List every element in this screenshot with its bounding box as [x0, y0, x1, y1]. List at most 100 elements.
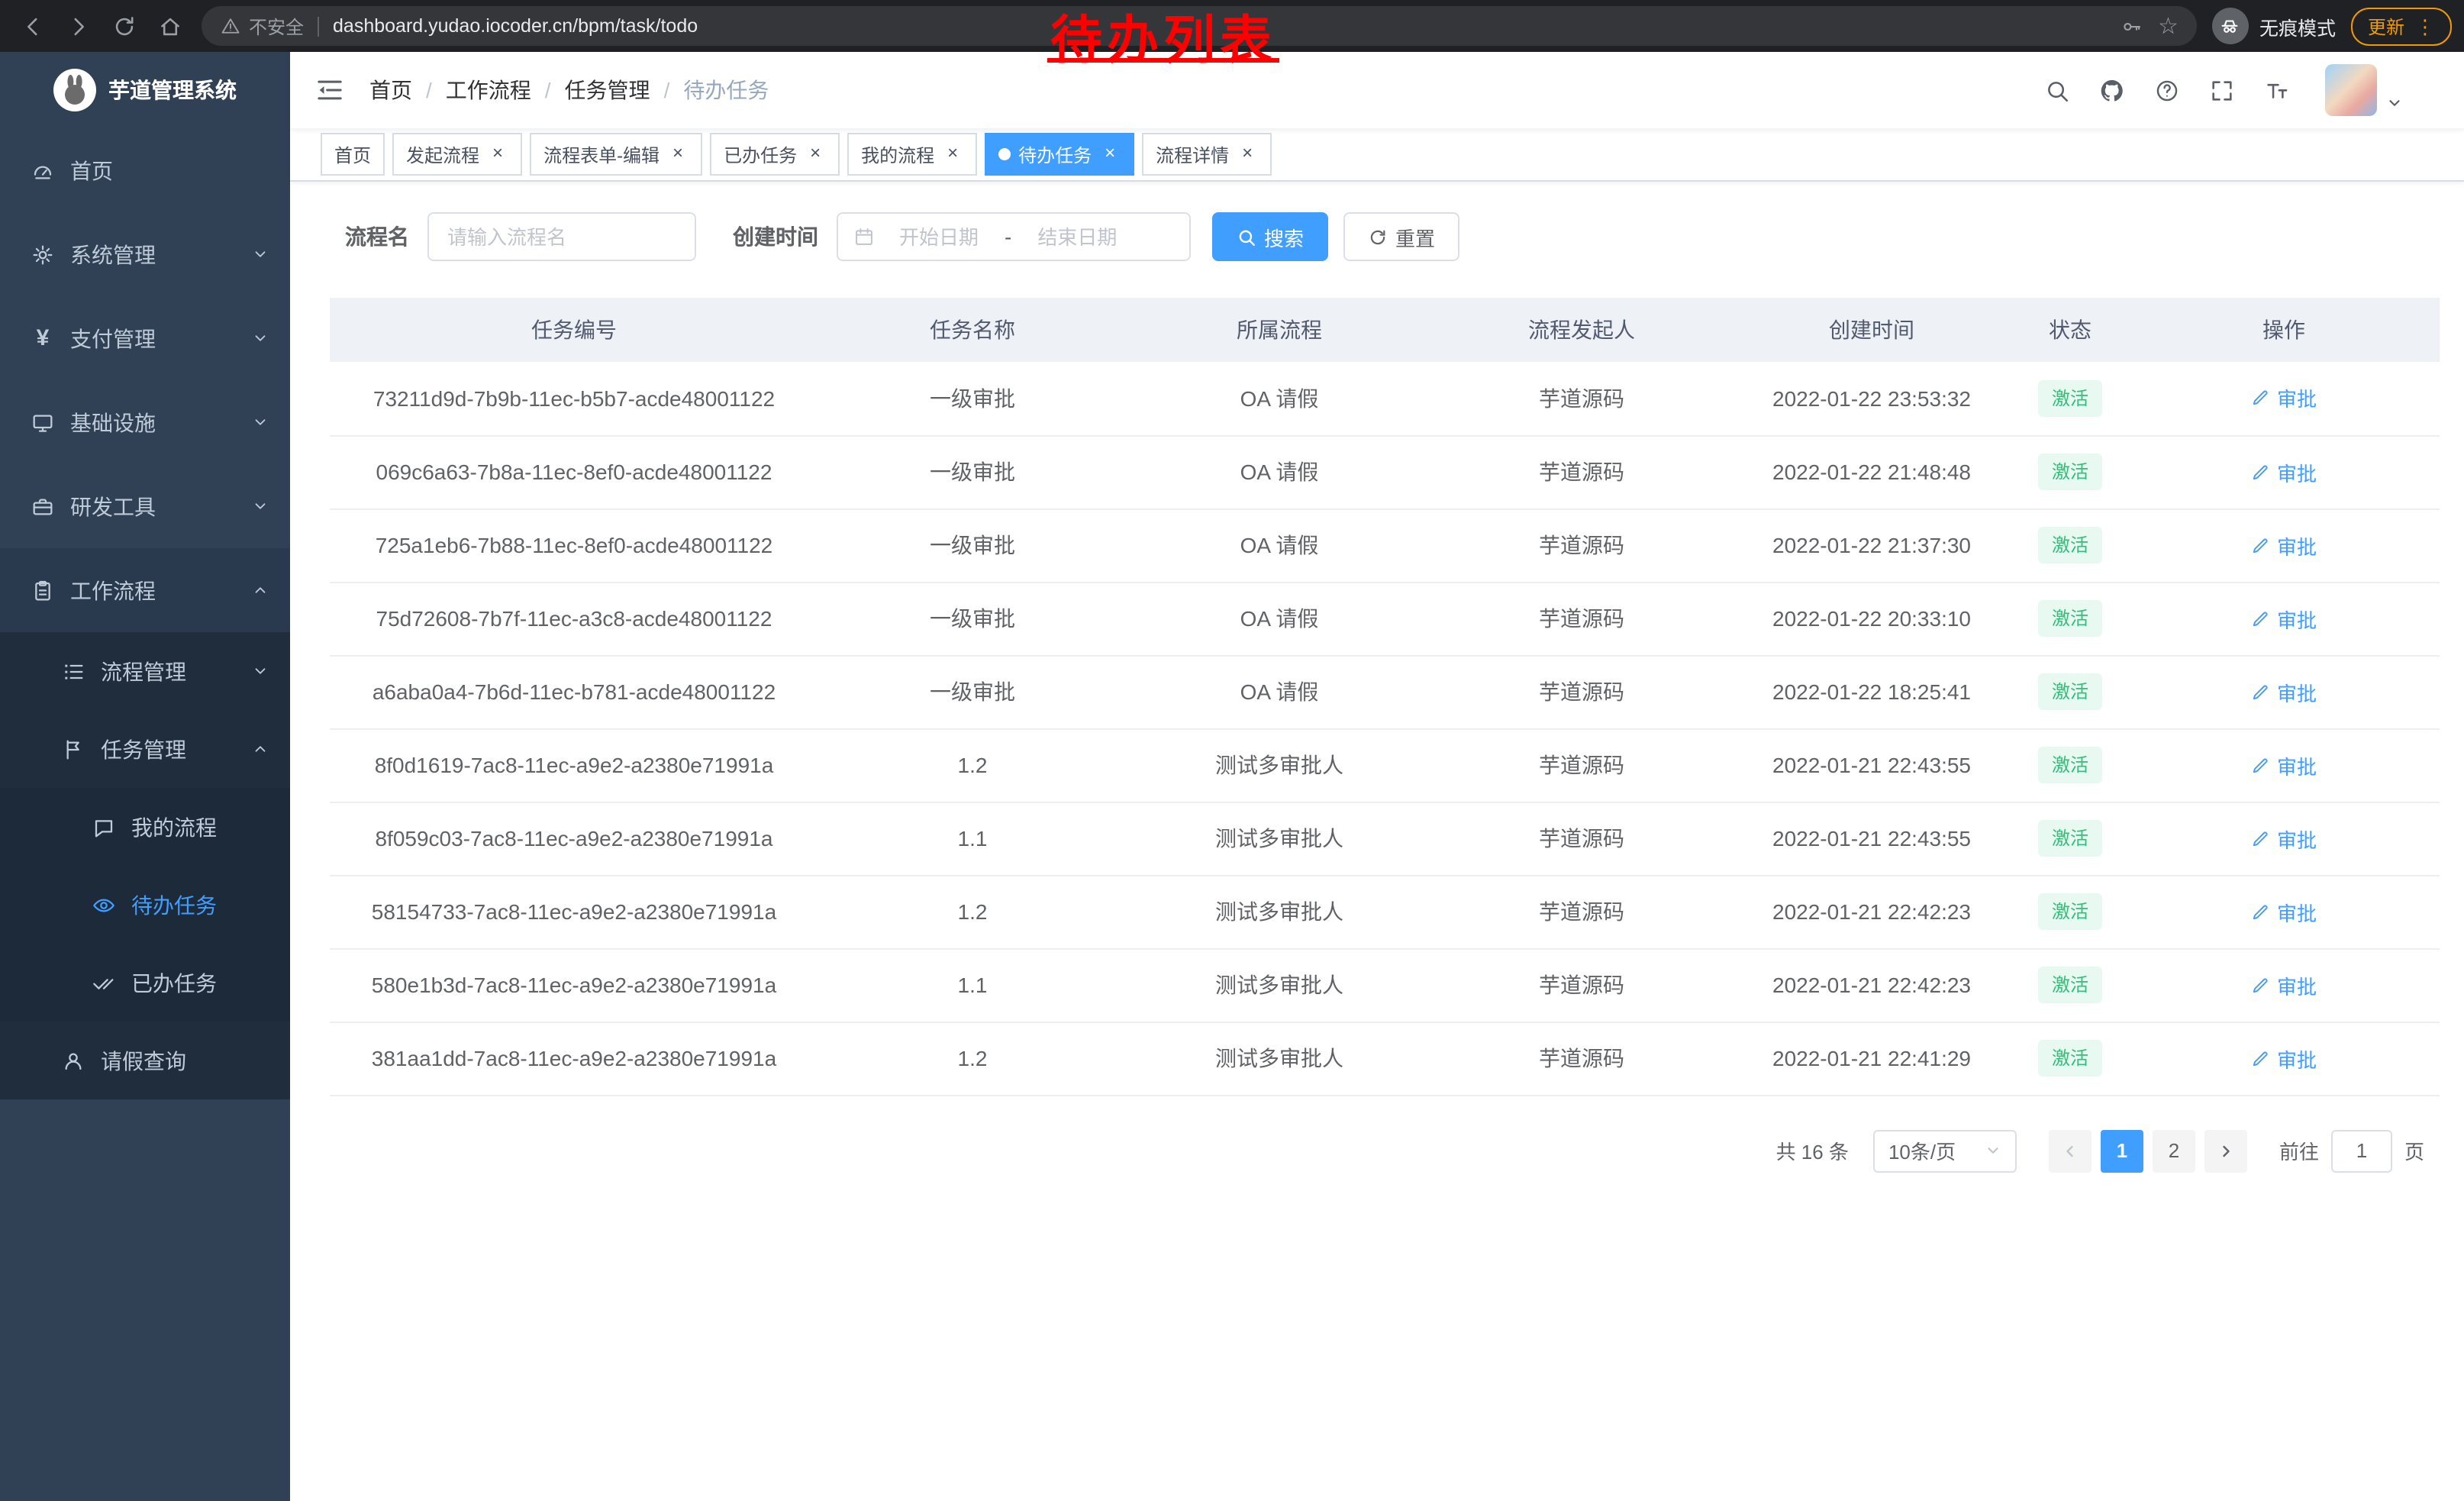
next-page-button[interactable]: [2204, 1129, 2247, 1172]
page-content: 流程名 创建时间 - 搜索 重置: [290, 182, 2464, 1501]
end-date-input[interactable]: [1019, 225, 1135, 248]
approve-link[interactable]: 审批: [2251, 970, 2317, 999]
tab-close-icon[interactable]: ×: [1237, 144, 1258, 165]
top-navbar: 首页 / 工作流程 / 任务管理 / 待办任务: [290, 52, 2464, 128]
user-menu[interactable]: [2325, 64, 2403, 116]
breadcrumb-current: 待办任务: [683, 75, 769, 105]
tab-home[interactable]: 首页: [321, 133, 385, 176]
table-row: 8f0d1619-7ac8-11ec-a9e2-a2380e71991a 1.2…: [330, 728, 2440, 802]
sidebar-item-done-tasks[interactable]: 已办任务: [0, 944, 290, 1022]
approve-link[interactable]: 审批: [2251, 604, 2317, 633]
approve-link[interactable]: 审批: [2251, 897, 2317, 926]
sidebar-item-dev-tools[interactable]: 研发工具: [0, 464, 290, 548]
flag-icon: [61, 737, 85, 761]
tab-close-icon[interactable]: ×: [487, 144, 508, 165]
fullscreen-button[interactable]: [2209, 77, 2235, 103]
search-button[interactable]: 搜索: [1212, 212, 1328, 261]
sidebar-item-leave-query[interactable]: 请假查询: [0, 1022, 290, 1099]
breadcrumb-task-management[interactable]: 任务管理: [565, 75, 650, 105]
bookmark-star-icon[interactable]: ☆: [2158, 15, 2179, 37]
tab-close-icon[interactable]: ×: [667, 144, 689, 165]
home-button[interactable]: [150, 6, 189, 46]
tab-todo-tasks[interactable]: 待办任务 ×: [985, 133, 1134, 176]
breadcrumb-home[interactable]: 首页: [369, 75, 412, 105]
task-name-cell: 1.2: [818, 1022, 1127, 1095]
status-badge: 激活: [2038, 747, 2102, 783]
page-1-button[interactable]: 1: [2101, 1129, 2143, 1172]
task-id-cell: 75d72608-7b7f-11ec-a3c8-acde48001122: [330, 582, 818, 655]
date-range-separator: -: [1005, 224, 1011, 249]
approve-link[interactable]: 审批: [2251, 1044, 2317, 1073]
approve-link[interactable]: 审批: [2251, 677, 2317, 706]
chevron-down-icon: [252, 414, 269, 431]
page-size-select[interactable]: 10条/页: [1873, 1129, 2017, 1172]
tab-done-tasks[interactable]: 已办任务 ×: [710, 133, 840, 176]
sidebar-item-payment-management[interactable]: ¥ 支付管理: [0, 296, 290, 380]
sidebar-item-workflow[interactable]: 工作流程: [0, 548, 290, 632]
start-date-input[interactable]: [881, 225, 997, 248]
created-cell: 2022-01-21 22:42:23: [1731, 875, 2012, 948]
search-icon: [1237, 227, 1256, 247]
breadcrumb-workflow[interactable]: 工作流程: [446, 75, 531, 105]
update-button[interactable]: 更新 ⋮: [2351, 7, 2452, 45]
font-size-button[interactable]: [2264, 77, 2290, 103]
tab-close-icon[interactable]: ×: [1099, 144, 1121, 165]
action-cell: 审批: [2128, 435, 2440, 508]
sidebar-menu: 首页 系统管理 ¥ 支付管理 基础设施: [0, 128, 290, 1099]
user-icon: [61, 1048, 85, 1073]
approve-link[interactable]: 审批: [2251, 457, 2317, 486]
process-name-input[interactable]: [427, 212, 696, 261]
sidebar-item-infrastructure[interactable]: 基础设施: [0, 380, 290, 464]
action-cell: 审批: [2128, 508, 2440, 582]
double-check-icon: [92, 970, 116, 995]
incognito-icon: [2212, 8, 2249, 44]
date-range-picker[interactable]: -: [837, 212, 1191, 261]
reset-button[interactable]: 重置: [1343, 212, 1459, 261]
breadcrumb: 首页 / 工作流程 / 任务管理 / 待办任务: [369, 75, 769, 105]
password-key-icon[interactable]: [2120, 15, 2143, 37]
sidebar-item-my-process[interactable]: 我的流程: [0, 788, 290, 866]
approve-link[interactable]: 审批: [2251, 824, 2317, 853]
status-badge: 激活: [2038, 893, 2102, 930]
approve-label: 审批: [2277, 677, 2317, 706]
task-name-cell: 1.1: [818, 802, 1127, 875]
forward-button[interactable]: [58, 6, 98, 46]
navbar-actions: [2044, 64, 2464, 116]
github-link[interactable]: [2099, 77, 2125, 103]
tab-process-form-edit[interactable]: 流程表单-编辑 ×: [530, 133, 702, 176]
action-cell: 审批: [2128, 728, 2440, 802]
header-search-button[interactable]: [2044, 77, 2070, 103]
approve-link[interactable]: 审批: [2251, 750, 2317, 780]
sidebar-item-task-management[interactable]: 任务管理: [0, 710, 290, 788]
sidebar-toggle[interactable]: [290, 75, 369, 105]
tab-close-icon[interactable]: ×: [942, 144, 963, 165]
total-count: 共 16 条: [1776, 1136, 1849, 1165]
eye-icon: [92, 893, 116, 917]
page-2-button[interactable]: 2: [2153, 1129, 2195, 1172]
sidebar-item-process-management[interactable]: 流程管理: [0, 632, 290, 710]
tab-start-process[interactable]: 发起流程 ×: [392, 133, 522, 176]
yen-icon: ¥: [31, 325, 55, 351]
task-name-cell: 一级审批: [818, 655, 1127, 728]
edit-icon: [2251, 828, 2271, 848]
tab-process-detail[interactable]: 流程详情 ×: [1142, 133, 1272, 176]
app-logo[interactable]: 芋道管理系统: [0, 52, 290, 128]
approve-link[interactable]: 审批: [2251, 384, 2317, 413]
goto-label: 前往: [2279, 1136, 2319, 1165]
monitor-icon: [31, 410, 55, 434]
reload-button[interactable]: [104, 6, 144, 46]
approve-link[interactable]: 审批: [2251, 531, 2317, 560]
back-button[interactable]: [12, 6, 52, 46]
process-cell: 测试多审批人: [1127, 875, 1432, 948]
goto-page-input[interactable]: [2331, 1129, 2392, 1172]
tab-my-process[interactable]: 我的流程 ×: [847, 133, 977, 176]
tab-close-icon[interactable]: ×: [805, 144, 826, 165]
browser-menu-icon[interactable]: ⋮: [2415, 16, 2435, 36]
help-button[interactable]: [2154, 77, 2180, 103]
table-row: 58154733-7ac8-11ec-a9e2-a2380e71991a 1.2…: [330, 875, 2440, 948]
prev-page-button[interactable]: [2049, 1129, 2091, 1172]
sidebar-item-home[interactable]: 首页: [0, 128, 290, 212]
sidebar-item-todo-tasks[interactable]: 待办任务: [0, 866, 290, 944]
github-icon: [2099, 77, 2125, 103]
sidebar-item-system-management[interactable]: 系统管理: [0, 212, 290, 296]
